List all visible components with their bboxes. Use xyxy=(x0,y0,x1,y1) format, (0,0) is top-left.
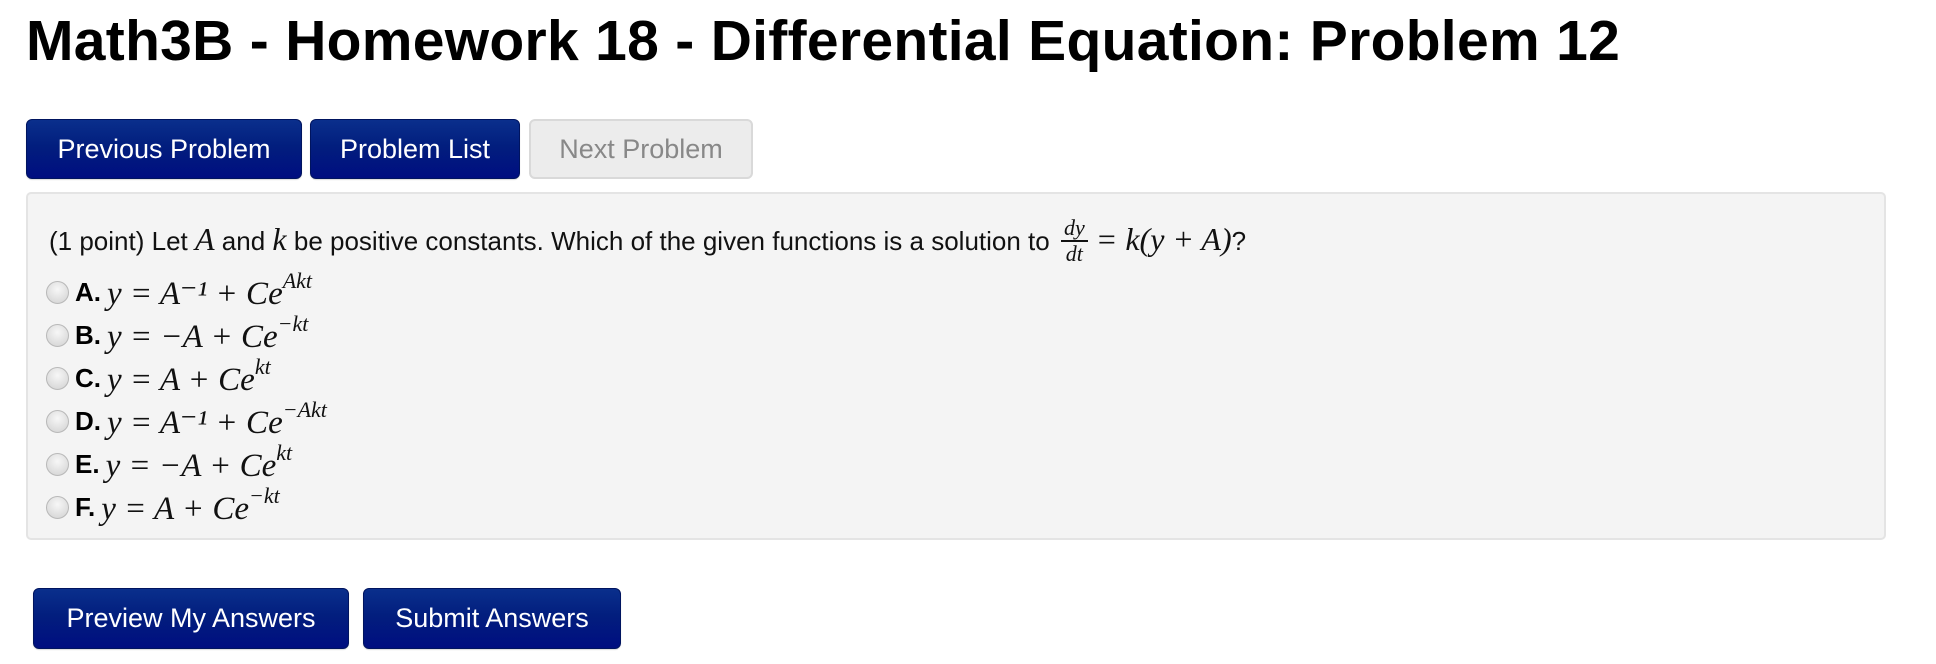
submit-answers-button[interactable]: Submit Answers xyxy=(363,588,621,649)
choice-expression: y = A⁻¹ + Ce−Akt xyxy=(107,397,327,442)
fraction-numerator: dy xyxy=(1060,216,1088,242)
expression-exponent: Akt xyxy=(282,268,313,293)
answer-choice-f[interactable]: F. y = A + Ce−kt xyxy=(46,483,327,529)
choice-expression: y = A + Ce−kt xyxy=(101,483,280,528)
expression-base: y = A + Ce xyxy=(107,362,255,398)
answer-choice-c[interactable]: C. y = A + Cekt xyxy=(46,354,327,400)
choice-label: D. xyxy=(75,406,101,436)
choice-label: B. xyxy=(75,320,101,350)
expression-exponent: kt xyxy=(254,354,271,379)
preview-answers-button[interactable]: Preview My Answers xyxy=(33,588,349,649)
math-var-a: A xyxy=(195,220,215,257)
answer-choice-d[interactable]: D. y = A⁻¹ + Ce−Akt xyxy=(46,397,327,443)
answer-choices: A. y = A⁻¹ + CeAkt B. y = −A + Ce−kt C. … xyxy=(46,268,327,529)
radio-button[interactable] xyxy=(46,367,69,390)
expression-exponent: −Akt xyxy=(282,397,327,422)
choice-label: C. xyxy=(75,363,101,393)
previous-problem-button[interactable]: Previous Problem xyxy=(26,119,302,179)
choice-expression: y = A + Cekt xyxy=(107,354,271,399)
choice-label: F. xyxy=(75,492,96,522)
problem-panel: (1 point) Let A and k be positive consta… xyxy=(26,192,1886,540)
expression-base: y = A⁻¹ + Ce xyxy=(107,276,283,312)
derivative-fraction: dy dt xyxy=(1060,216,1088,266)
page-title: Math3B - Homework 18 - Differential Equa… xyxy=(26,9,1621,73)
points-label: (1 point) xyxy=(49,225,145,256)
expression-base: y = A⁻¹ + Ce xyxy=(107,405,283,441)
choice-label: E. xyxy=(75,449,100,479)
expression-base: y = −A + Ce xyxy=(105,448,277,484)
choice-label: A. xyxy=(75,277,101,307)
expression-exponent: −kt xyxy=(277,311,309,336)
math-var-k: k xyxy=(272,220,287,257)
radio-button[interactable] xyxy=(46,281,69,304)
statement-text: Let xyxy=(151,225,188,256)
radio-button[interactable] xyxy=(46,410,69,433)
expression-exponent: −kt xyxy=(249,483,280,508)
answer-choice-a[interactable]: A. y = A⁻¹ + CeAkt xyxy=(46,268,327,314)
equation-rhs: = k(y + A) xyxy=(1095,220,1232,257)
expression-base: y = A + Ce xyxy=(101,491,250,527)
expression-base: y = −A + Ce xyxy=(107,319,278,355)
radio-button[interactable] xyxy=(46,496,69,519)
problem-statement: (1 point) Let A and k be positive consta… xyxy=(49,216,1247,268)
answer-choice-e[interactable]: E. y = −A + Cekt xyxy=(46,440,327,486)
answer-choice-b[interactable]: B. y = −A + Ce−kt xyxy=(46,311,327,357)
problem-list-button[interactable]: Problem List xyxy=(310,119,520,179)
fraction-denominator: dt xyxy=(1065,241,1083,266)
statement-text: and xyxy=(221,225,266,256)
radio-button[interactable] xyxy=(46,324,69,347)
choice-expression: y = −A + Ce−kt xyxy=(107,311,308,356)
statement-text: be positive constants. Which of the give… xyxy=(293,225,1050,256)
question-mark: ? xyxy=(1231,225,1247,256)
radio-button[interactable] xyxy=(46,453,69,476)
next-problem-button: Next Problem xyxy=(529,119,753,179)
choice-expression: y = A⁻¹ + CeAkt xyxy=(107,268,312,313)
choice-expression: y = −A + Cekt xyxy=(105,440,293,485)
expression-exponent: kt xyxy=(276,440,293,465)
